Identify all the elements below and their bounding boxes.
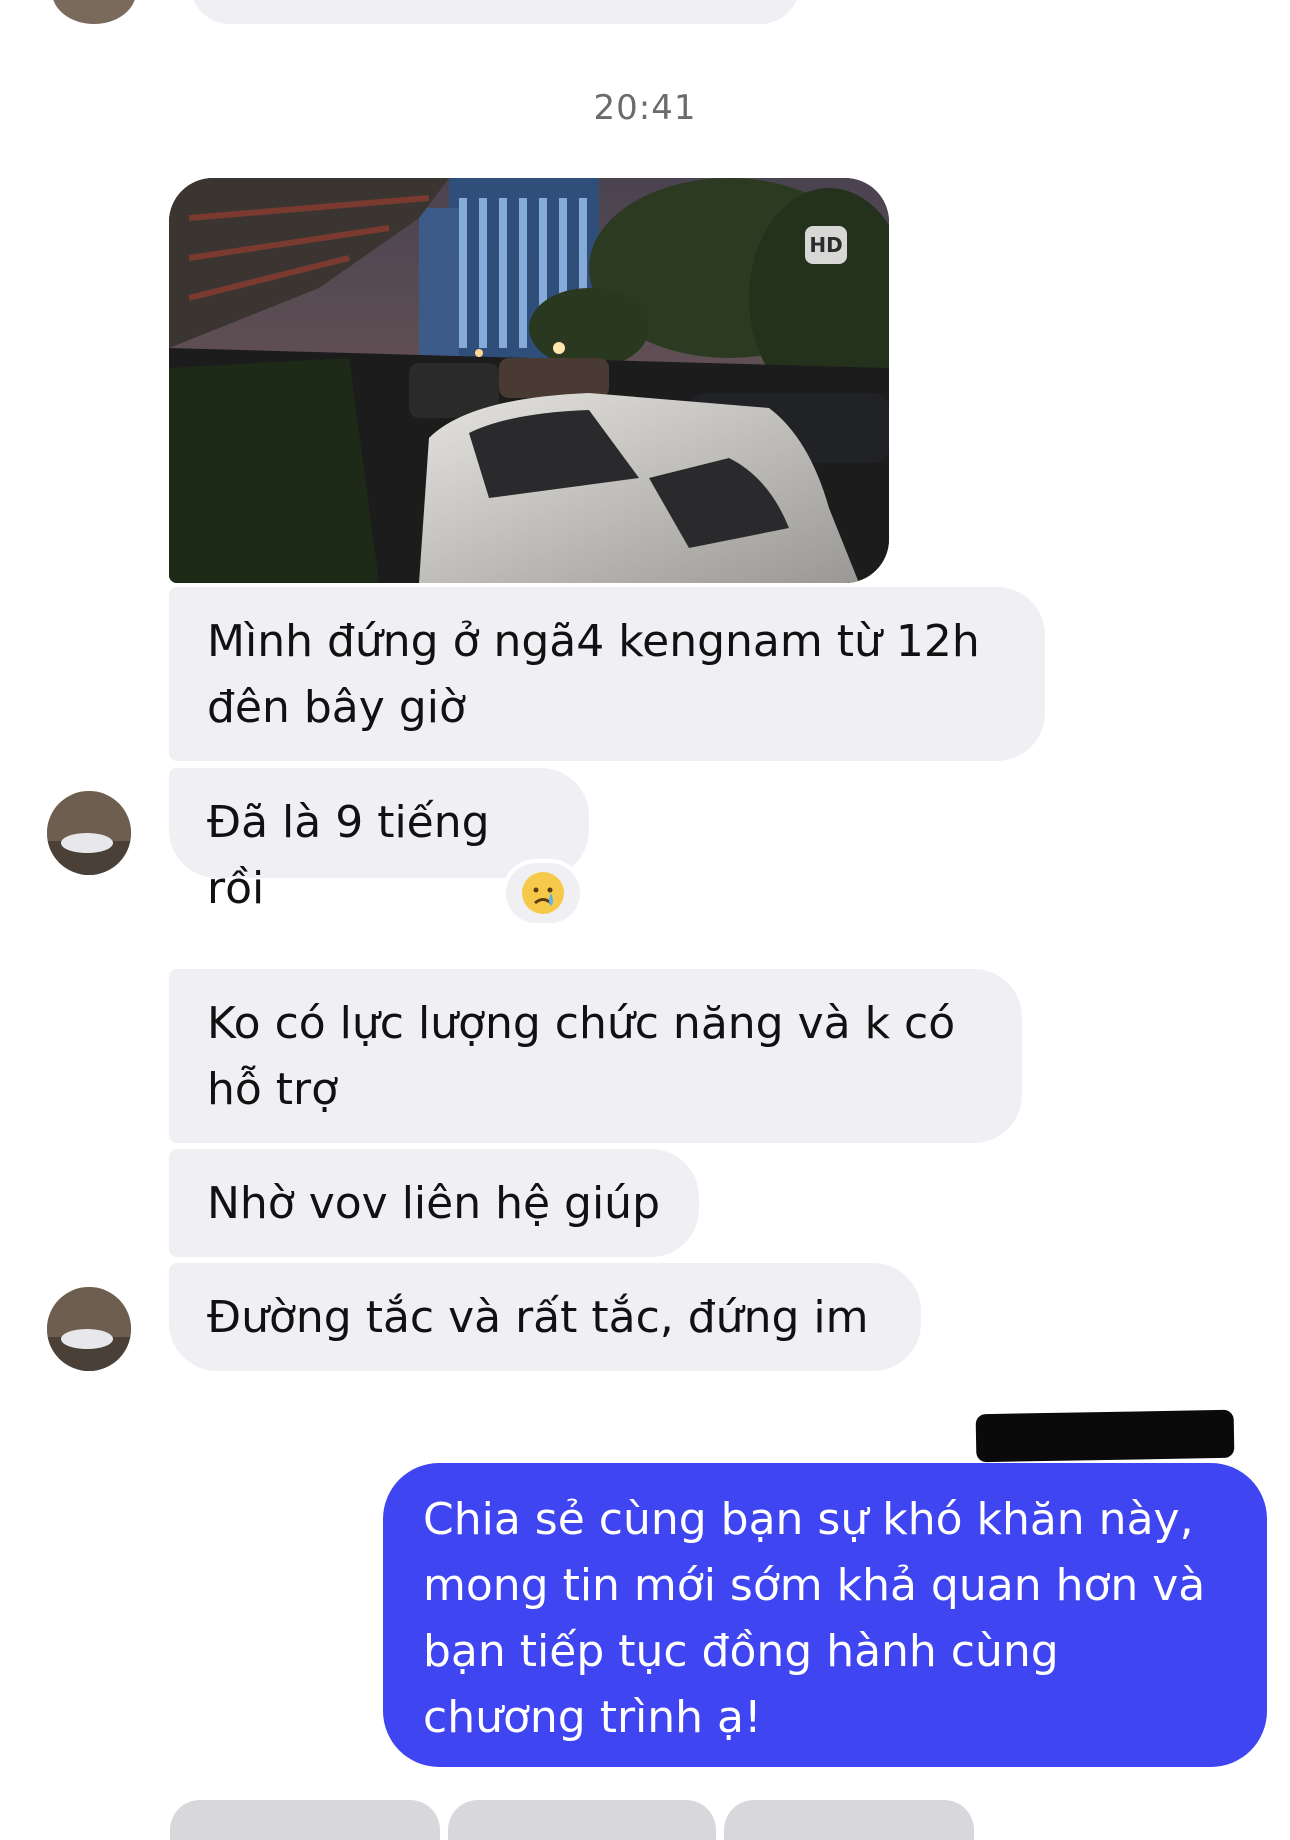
incoming-message[interactable]: Mình đứng ở ngã4 kengnam từ 12h đên bây …	[169, 587, 1045, 761]
avatar-image	[47, 791, 131, 875]
photo-thumbnail[interactable]	[170, 1800, 440, 1840]
photo-image	[169, 178, 889, 583]
message-timestamp: 20:41	[593, 88, 697, 128]
message-bubble-previous[interactable]	[190, 0, 800, 24]
sender-avatar[interactable]	[47, 1287, 131, 1371]
hd-badge: HD	[805, 226, 847, 264]
incoming-message[interactable]: Ko có lực lượng chức năng và k có hỗ trợ	[169, 969, 1022, 1143]
incoming-message[interactable]: Nhờ vov liên hệ giúp	[169, 1149, 699, 1257]
photo-thumbnail[interactable]	[724, 1800, 974, 1840]
photo-thumbnail[interactable]	[448, 1800, 716, 1840]
crying-face-emoji-reaction[interactable]	[502, 859, 584, 927]
incoming-message[interactable]: Đường tắc và rất tắc, đứng im	[169, 1263, 921, 1371]
crying-face-icon	[522, 872, 564, 914]
redacted-name	[975, 1409, 1235, 1463]
avatar[interactable]	[52, 0, 136, 24]
photo-message[interactable]: HD	[169, 178, 889, 583]
sender-avatar[interactable]	[47, 791, 131, 875]
avatar-image	[47, 1287, 131, 1371]
outgoing-message[interactable]: Chia sẻ cùng bạn sự khó khăn này, mong t…	[383, 1463, 1267, 1767]
